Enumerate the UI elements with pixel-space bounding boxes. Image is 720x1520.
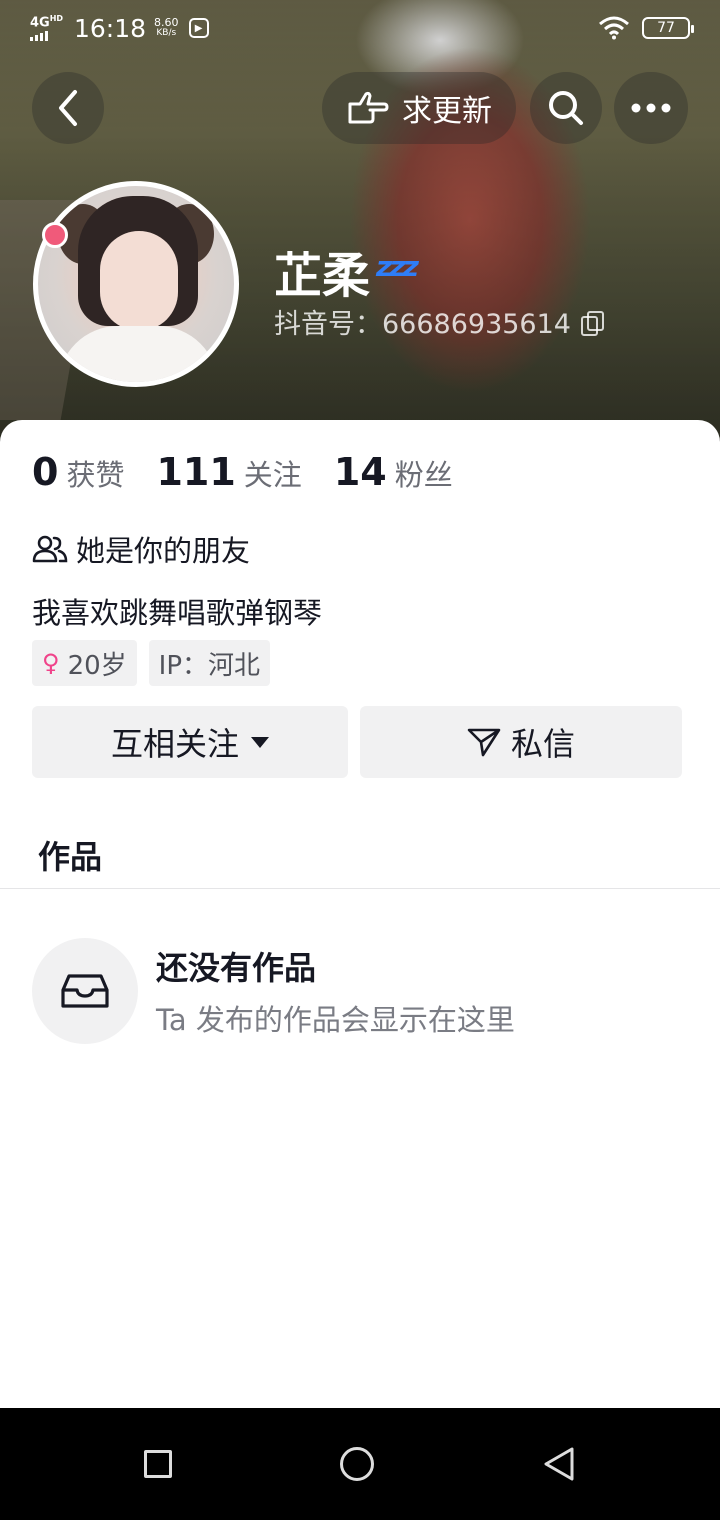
stat-likes[interactable]: 0 获赞 xyxy=(32,450,124,494)
message-label: 私信 xyxy=(510,725,575,763)
empty-works-state: 还没有作品 Ta 发布的作品会显示在这里 xyxy=(32,938,515,1044)
username: 芷柔 zzz xyxy=(274,236,419,306)
avatar-face xyxy=(100,231,178,331)
chevron-left-icon xyxy=(59,90,77,126)
back-triangle-icon[interactable] xyxy=(542,1445,576,1483)
sleeping-zzz-icon: zzz xyxy=(376,249,419,283)
stat-followers[interactable]: 14 粉丝 xyxy=(334,450,453,494)
stat-following-label: 关注 xyxy=(243,458,302,492)
more-options-button[interactable] xyxy=(614,72,688,144)
mutual-follow-button[interactable]: 互相关注 xyxy=(32,706,348,778)
caret-down-icon xyxy=(251,736,269,748)
speed-unit: KB/s xyxy=(156,28,177,38)
ip-text: IP：河北 xyxy=(158,650,261,681)
send-icon xyxy=(467,728,501,757)
network-sup: HD xyxy=(49,13,64,23)
age-text: 20岁 xyxy=(67,650,127,681)
profile-tags: ♀ 20岁 IP：河北 xyxy=(32,640,271,686)
stat-likes-value: 0 xyxy=(32,450,59,494)
more-dots-icon xyxy=(631,103,671,113)
friends-icon xyxy=(32,535,68,563)
back-button[interactable] xyxy=(32,72,104,144)
status-bar: 4GHD 16:18 8.60 KB/s ▶ 77 xyxy=(0,0,720,56)
media-notification-icon: ▶ xyxy=(188,18,209,38)
battery-level: 77 xyxy=(657,20,675,36)
stat-following-value: 111 xyxy=(156,450,236,494)
stat-following[interactable]: 111 关注 xyxy=(156,450,301,494)
pointing-hand-icon xyxy=(348,91,389,124)
age-tag: ♀ 20岁 xyxy=(32,640,137,686)
douyin-id[interactable]: 抖音号：66686935614 xyxy=(274,302,604,341)
search-icon xyxy=(549,91,583,125)
network-indicator: 4GHD xyxy=(30,13,68,42)
request-update-button[interactable]: 求更新 xyxy=(322,72,516,144)
tab-works[interactable]: 作品 xyxy=(38,832,102,878)
stat-followers-label: 粉丝 xyxy=(394,458,453,492)
recent-apps-icon[interactable] xyxy=(144,1450,172,1478)
inbox-tray-icon xyxy=(61,974,109,1008)
douyin-id-text: 抖音号：66686935614 xyxy=(274,309,571,340)
live-status-badge xyxy=(42,222,68,248)
network-type: 4G xyxy=(30,15,50,31)
ip-tag: IP：河北 xyxy=(148,640,271,686)
profile-actions: 互相关注 私信 xyxy=(32,706,682,778)
search-button[interactable] xyxy=(530,72,602,144)
female-icon: ♀ xyxy=(42,649,60,677)
mutual-follow-label: 互相关注 xyxy=(110,725,239,763)
home-icon[interactable] xyxy=(340,1447,374,1481)
message-button[interactable]: 私信 xyxy=(360,706,682,778)
stat-followers-value: 14 xyxy=(333,450,387,494)
request-update-label: 求更新 xyxy=(402,94,492,129)
wifi-icon xyxy=(599,16,629,40)
friend-relation: 她是你的朋友 xyxy=(32,528,250,570)
copy-icon[interactable] xyxy=(580,310,604,336)
profile-stats: 0 获赞 111 关注 14 粉丝 xyxy=(32,450,485,494)
divider xyxy=(0,888,720,889)
stat-likes-label: 获赞 xyxy=(66,458,125,492)
username-text: 芷柔 xyxy=(274,248,371,304)
system-navigation-bar xyxy=(0,1408,720,1520)
empty-subtitle: Ta 发布的作品会显示在这里 xyxy=(156,1003,515,1037)
friend-relation-text: 她是你的朋友 xyxy=(76,534,251,568)
avatar[interactable] xyxy=(33,181,239,387)
battery-icon: 77 xyxy=(642,17,694,39)
speed-value: 8.60 xyxy=(154,16,179,29)
bio: 我喜欢跳舞唱歌弹钢琴 xyxy=(32,596,323,630)
profile-sheet: 0 获赞 111 关注 14 粉丝 她是你的朋友 我喜欢跳舞唱歌弹钢琴 ♀ 20… xyxy=(0,420,720,1408)
empty-title: 还没有作品 xyxy=(156,949,317,987)
avatar-shirt xyxy=(58,326,218,382)
signal-icon xyxy=(30,31,68,42)
empty-icon-container xyxy=(32,938,138,1044)
clock: 16:18 xyxy=(74,13,147,43)
network-speed: 8.60 KB/s xyxy=(154,17,179,39)
